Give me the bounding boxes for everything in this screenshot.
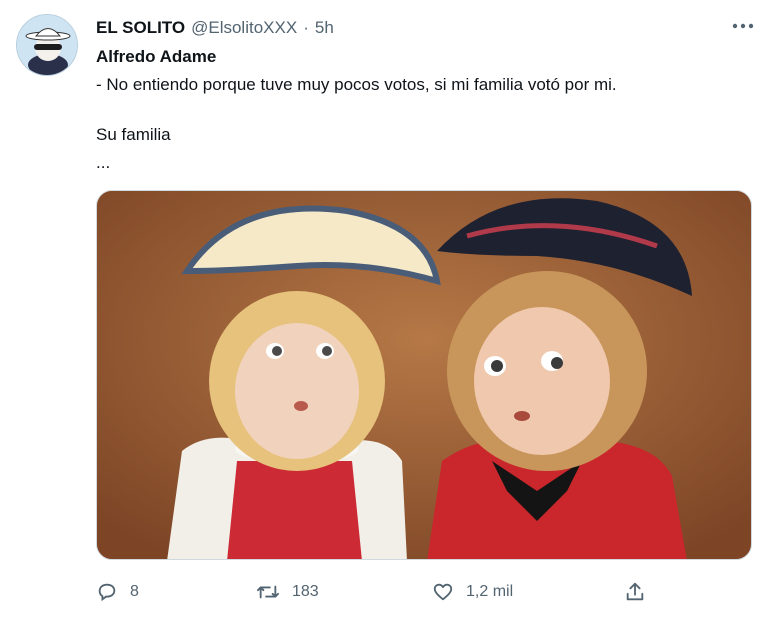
tweet-media-image[interactable] — [96, 190, 752, 560]
like-count: 1,2 mil — [466, 583, 514, 600]
like-button[interactable]: 1,2 mil — [432, 578, 513, 606]
author-handle[interactable]: @ElsolitoXXX — [191, 18, 297, 38]
reply-button[interactable]: 8 — [96, 578, 139, 606]
tweet-text-line: Su familia — [96, 125, 171, 144]
tweet-timestamp[interactable]: 5h — [315, 18, 334, 38]
share-button[interactable] — [624, 578, 646, 606]
author-name[interactable]: EL SOLITO — [96, 18, 185, 38]
retweet-button[interactable]: 183 — [256, 578, 319, 606]
tweet-text-title: Alfredo Adame — [96, 47, 217, 66]
separator-dot: · — [303, 18, 309, 37]
reply-icon — [96, 581, 118, 603]
two-dolls-photo — [97, 191, 751, 559]
reply-count: 8 — [130, 583, 139, 600]
tweet-actions: 8 183 1,2 mil — [96, 578, 660, 606]
retweet-icon — [256, 581, 280, 603]
share-icon — [624, 581, 646, 603]
tweet-header: EL SOLITO @ElsolitoXXX · 5h — [96, 18, 334, 38]
avatar[interactable] — [16, 14, 78, 76]
avatar-image — [17, 15, 77, 75]
tweet-text-line: ... — [96, 153, 111, 172]
tweet-text-line: - No entiendo porque tuve muy pocos voto… — [96, 75, 617, 94]
like-icon — [432, 581, 454, 603]
retweet-count: 183 — [292, 583, 319, 600]
more-icon[interactable] — [730, 14, 756, 38]
